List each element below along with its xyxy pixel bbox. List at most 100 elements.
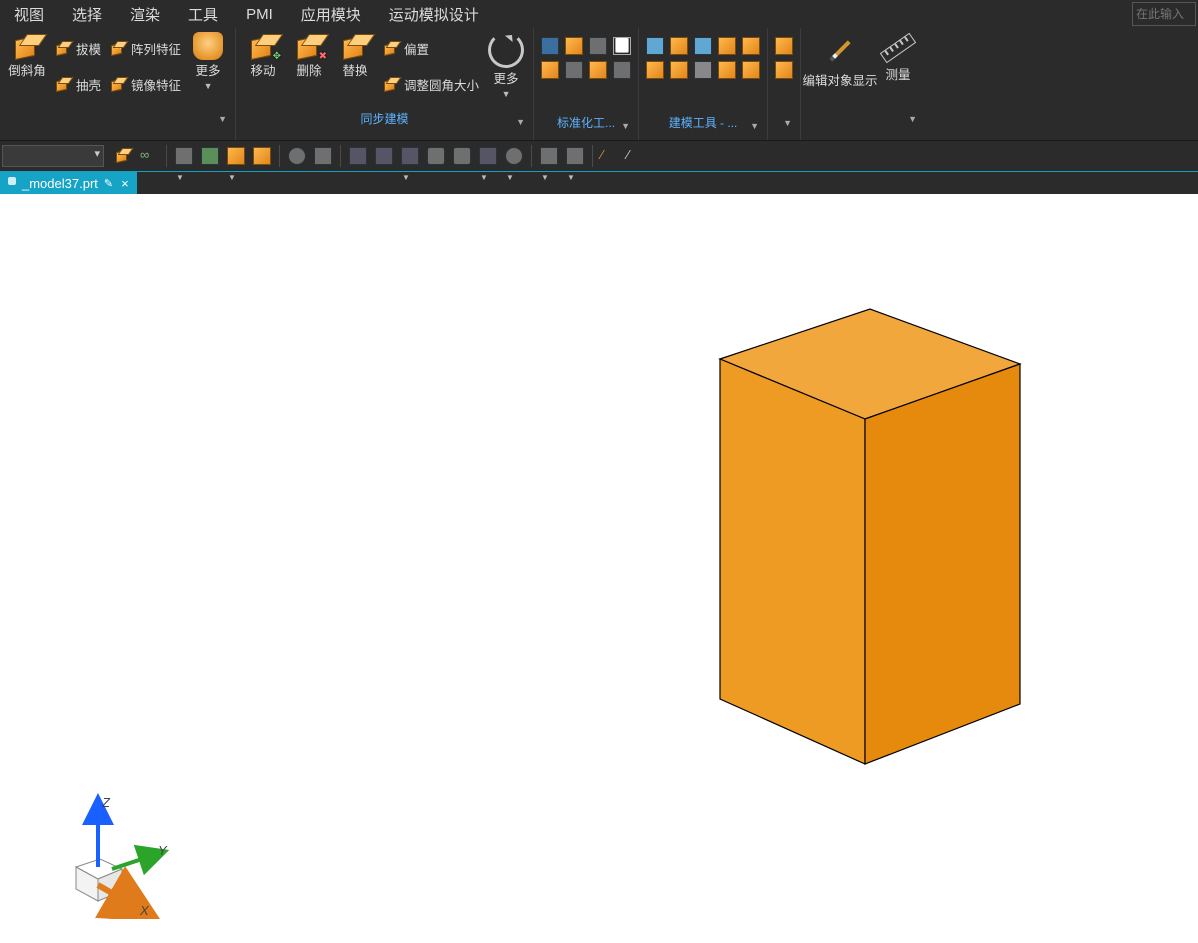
feature-more-label: 更多▼ <box>196 64 221 93</box>
qa-icon-wcs2[interactable]: ▼ <box>566 147 584 165</box>
offset-icon <box>382 40 398 56</box>
mod-icon-1[interactable] <box>646 37 664 55</box>
offset-button[interactable]: 偏置 <box>378 30 483 66</box>
feature-more-button[interactable]: 更多▼ <box>185 30 231 95</box>
chamfer-button[interactable]: 倒斜角 <box>4 30 50 80</box>
graphics-viewport[interactable]: Z Y X <box>0 194 1198 943</box>
menu-render[interactable]: 渲染 <box>116 0 174 29</box>
qa-icon-view2[interactable] <box>314 147 332 165</box>
shell-button[interactable]: 抽壳 <box>50 66 105 102</box>
std-icon-1[interactable] <box>541 37 559 55</box>
qa-icon-render1[interactable] <box>427 147 445 165</box>
mod-icon-9[interactable] <box>718 61 736 79</box>
std-icon-5[interactable] <box>541 61 559 79</box>
mod-icon-7[interactable] <box>670 61 688 79</box>
qa-icon-brush[interactable]: ∕ <box>601 147 619 165</box>
menu-pmi[interactable]: PMI <box>232 2 287 27</box>
mod-icon-4[interactable] <box>718 37 736 55</box>
measure-label: 测量 <box>886 68 911 82</box>
qa-icon-layer3[interactable]: ▼ <box>227 147 245 165</box>
ribbon-group-sync: ✥ 移动 ✖ 删除 替换 偏置 调整圆角大小 <box>236 28 534 140</box>
menubar: 视图 选择 渲染 工具 PMI 应用模块 运动模拟设计 <box>0 0 1198 28</box>
qa-icon-wcs1[interactable]: ▼ <box>540 147 558 165</box>
mod-icon-3[interactable] <box>694 37 712 55</box>
qa-icon-fit1[interactable] <box>349 147 367 165</box>
axis-x-label: X <box>139 903 150 918</box>
move-button[interactable]: ✥ 移动 <box>240 30 286 80</box>
draft-button[interactable]: 拔模 <box>50 30 105 66</box>
model-block[interactable] <box>620 304 1050 784</box>
mod-icon-8[interactable] <box>694 61 712 79</box>
ribbon-caption-standard: 标准化工...▼ <box>538 110 634 137</box>
ribbon-caption-sync: 同步建模▼ <box>240 106 529 133</box>
qa-icon-ruler[interactable]: ∕ <box>627 147 645 165</box>
adjust-fillet-button[interactable]: 调整圆角大小 <box>378 66 483 102</box>
mirror-feature-button[interactable]: 镜像特征 <box>105 66 185 102</box>
qa-icon-cube[interactable] <box>114 147 132 165</box>
ruler-icon <box>880 33 916 63</box>
menu-motion-sim[interactable]: 运动模拟设计 <box>375 0 493 29</box>
std-icon-4[interactable] <box>613 37 631 55</box>
move-icon: ✥ <box>247 32 279 60</box>
axis-z-label: Z <box>101 795 111 810</box>
mod-icon-10[interactable] <box>742 61 760 79</box>
edit-object-display-button[interactable]: 编辑对象显示 <box>805 30 875 90</box>
measure-button[interactable]: 测量 <box>875 30 921 84</box>
menu-select[interactable]: 选择 <box>58 0 116 29</box>
separator <box>531 145 532 167</box>
qa-icon-layer1[interactable]: ▼ <box>175 147 193 165</box>
qa-icon-layer4[interactable] <box>253 147 271 165</box>
qa-icon-shade1[interactable]: ▼ <box>505 147 523 165</box>
draft-icon <box>54 40 70 56</box>
edit-display-label: 编辑对象显示 <box>803 74 878 88</box>
std-icon-8[interactable] <box>613 61 631 79</box>
document-filename: _model37.prt <box>22 176 98 191</box>
ribbon-caption-asm: .▼ <box>772 110 796 134</box>
menu-app-modules[interactable]: 应用模块 <box>287 0 375 29</box>
sync-more-button[interactable]: 更多▼ <box>483 30 529 103</box>
qa-icon-link[interactable]: ∞ <box>140 147 158 165</box>
ribbon-group-visual: 编辑对象显示 测量 .▼ <box>801 28 925 140</box>
command-finder-input[interactable] <box>1132 2 1196 26</box>
menu-tools[interactable]: 工具 <box>174 0 232 29</box>
move-label: 移动 <box>251 64 276 78</box>
qa-icon-fit3[interactable]: ▼ <box>401 147 419 165</box>
qa-icon-fit2[interactable] <box>375 147 393 165</box>
delete-icon: ✖ <box>293 32 325 60</box>
mod-icon-5[interactable] <box>742 37 760 55</box>
std-icon-3[interactable] <box>589 37 607 55</box>
asm-icon-1[interactable] <box>775 37 793 55</box>
tab-close-button[interactable]: × <box>121 176 129 191</box>
delete-button[interactable]: ✖ 删除 <box>286 30 332 80</box>
more-icon <box>193 32 223 60</box>
menu-view[interactable]: 视图 <box>0 0 58 29</box>
std-icon-6[interactable] <box>565 61 583 79</box>
asm-icon-2[interactable] <box>775 61 793 79</box>
std-icon-2[interactable] <box>565 37 583 55</box>
offset-label: 偏置 <box>404 39 429 58</box>
qa-icon-render2[interactable] <box>453 147 471 165</box>
mirror-icon <box>109 76 125 92</box>
separator <box>592 145 593 167</box>
ribbon-caption-vis: .▼ <box>805 106 921 130</box>
qa-icon-view1[interactable] <box>288 147 306 165</box>
view-triad[interactable]: Z Y X <box>44 789 174 919</box>
mod-icon-2[interactable] <box>670 37 688 55</box>
selection-filter-combo[interactable] <box>2 145 104 167</box>
replace-icon <box>339 32 371 60</box>
replace-button[interactable]: 替换 <box>332 30 378 80</box>
qa-icon-layer2[interactable] <box>201 147 219 165</box>
mod-icon-6[interactable] <box>646 61 664 79</box>
ribbon: 倒斜角 拔模 抽壳 ∷ 阵列特征 <box>0 28 1198 141</box>
adjust-fillet-icon <box>382 76 398 92</box>
ribbon-group-modeling: 建模工具 - ...▼ <box>639 28 768 140</box>
sync-more-label: 更多▼ <box>494 72 519 101</box>
document-tab[interactable]: _model37.prt ✎ × <box>0 172 137 194</box>
shell-label: 抽壳 <box>76 75 101 94</box>
chamfer-icon <box>11 32 43 60</box>
std-icon-7[interactable] <box>589 61 607 79</box>
axis-y-label: Y <box>158 843 168 858</box>
modified-indicator-icon: ✎ <box>104 177 113 190</box>
pattern-feature-button[interactable]: ∷ 阵列特征 <box>105 30 185 66</box>
qa-icon-render3[interactable]: ▼ <box>479 147 497 165</box>
